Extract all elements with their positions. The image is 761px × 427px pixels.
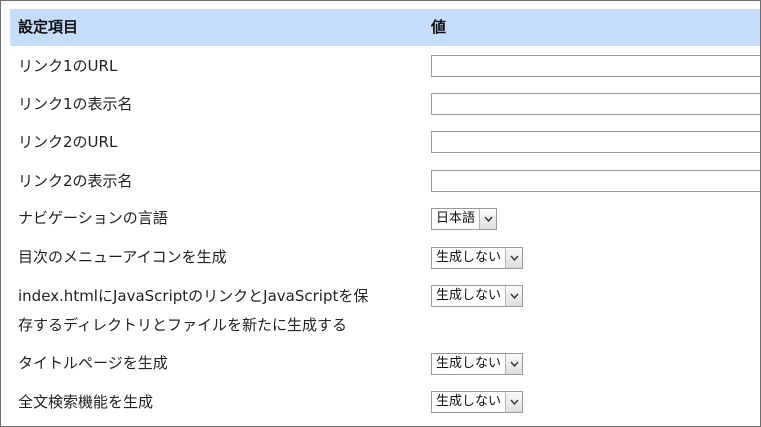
header-setting-item: 設定項目	[18, 18, 79, 36]
header-value: 値	[431, 18, 447, 36]
chevron-down-icon[interactable]	[479, 209, 497, 229]
link1-url-input[interactable]	[431, 55, 760, 77]
select-value: 生成しない	[436, 356, 502, 371]
link2-url-input[interactable]	[431, 131, 760, 153]
chevron-down-icon[interactable]	[505, 392, 523, 412]
link2-display-name-input[interactable]	[431, 170, 760, 192]
label-toc-menu-icon: 目次のメニューアイコンを生成	[18, 248, 227, 266]
label-index-javascript-line1: index.htmlにJavaScriptのリンクとJavaScriptを保	[18, 287, 369, 305]
full-text-search-select[interactable]: 生成しない	[431, 391, 524, 413]
chevron-down-icon[interactable]	[505, 354, 523, 374]
label-index-javascript-line2: 存するディレクトリとファイルを新たに生成する	[18, 316, 347, 334]
label-link2-display-name: リンク2の表示名	[18, 172, 133, 190]
label-navigation-language: ナビゲーションの言語	[18, 209, 168, 227]
chevron-down-icon[interactable]	[505, 248, 523, 268]
table-header: 設定項目 値	[10, 9, 760, 46]
link1-display-name-input[interactable]	[431, 93, 760, 115]
label-link2-url: リンク2のURL	[18, 133, 118, 151]
chevron-down-icon[interactable]	[505, 286, 523, 306]
select-value: 生成しない	[436, 250, 502, 265]
label-link1-url: リンク1のURL	[18, 57, 118, 75]
title-page-select[interactable]: 生成しない	[431, 353, 524, 375]
settings-panel: 設定項目 値 リンク1のURL リンク1の表示名 リンク2のURL リンク2の表…	[0, 0, 761, 427]
label-full-text-search: 全文検索機能を生成	[18, 393, 154, 411]
select-value: 日本語	[436, 211, 476, 226]
select-value: 生成しない	[436, 394, 502, 409]
select-value: 生成しない	[436, 288, 502, 303]
toc-menu-icon-select[interactable]: 生成しない	[431, 247, 524, 269]
navigation-language-select[interactable]: 日本語	[431, 208, 498, 230]
label-link1-display-name: リンク1の表示名	[18, 95, 133, 113]
index-javascript-select[interactable]: 生成しない	[431, 285, 524, 307]
label-title-page: タイトルページを生成	[18, 354, 168, 372]
